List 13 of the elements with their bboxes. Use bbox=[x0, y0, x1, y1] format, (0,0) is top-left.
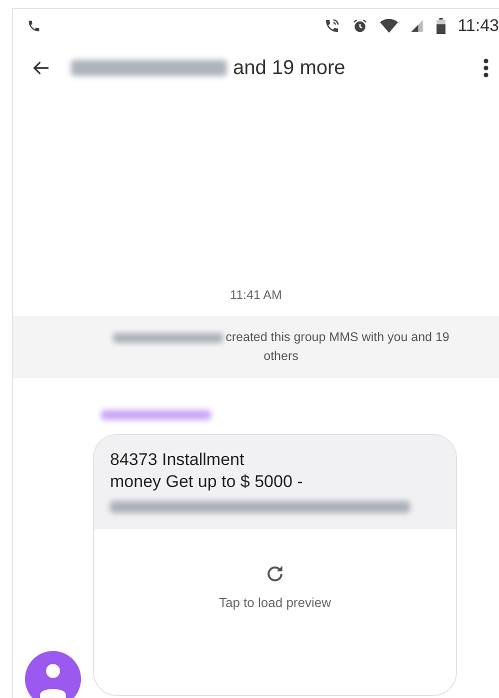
call-icon bbox=[324, 18, 340, 34]
load-preview-link[interactable]: Tap to load preview bbox=[218, 595, 331, 610]
status-time: 11:43 bbox=[458, 16, 499, 36]
alarm-icon bbox=[352, 18, 368, 34]
message-text: 84373 Installment money Get up to $ 5000 - bbox=[94, 435, 456, 529]
phone-icon bbox=[27, 19, 41, 33]
signal-icon bbox=[410, 19, 424, 33]
wifi-icon bbox=[380, 18, 398, 34]
more-options-icon[interactable] bbox=[483, 58, 489, 78]
battery-icon bbox=[436, 18, 446, 34]
message-timestamp: 11:41 AM bbox=[229, 288, 283, 302]
conversation-title: and 19 more bbox=[71, 56, 483, 80]
group-created-notice: created this group MMS with you and 19 others bbox=[13, 316, 499, 378]
